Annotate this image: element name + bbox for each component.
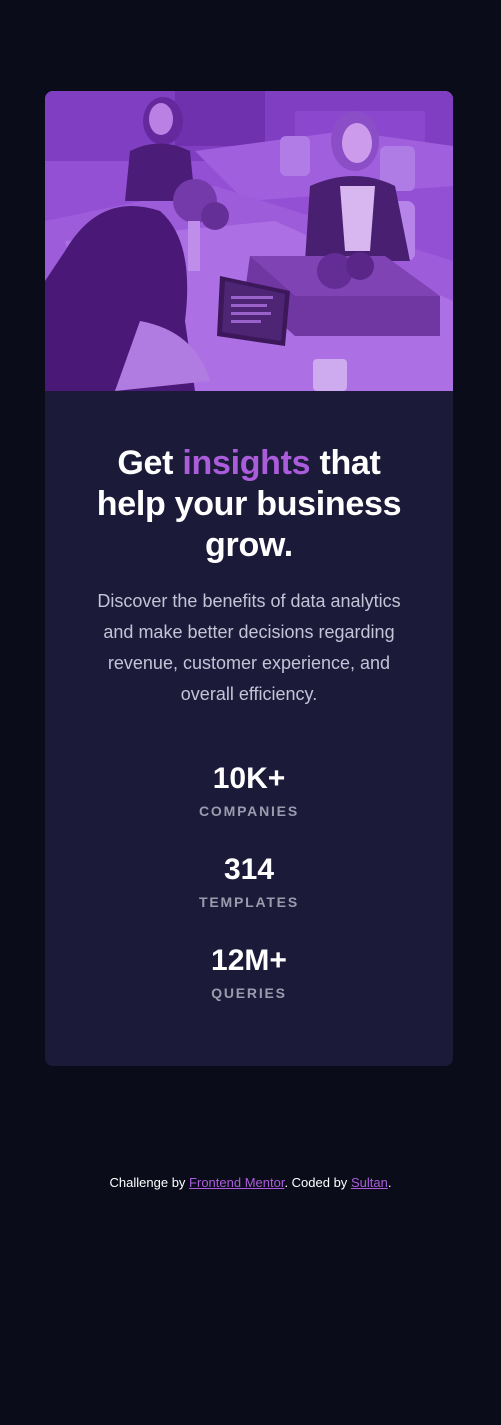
office-photo-illustration: [45, 91, 453, 391]
author-link[interactable]: Sultan: [351, 1175, 388, 1190]
card-description: Discover the benefits of data analytics …: [97, 591, 401, 704]
stat-label: COMPANIES: [199, 803, 299, 819]
attribution-suffix: .: [387, 1175, 392, 1190]
attribution: Challenge by Frontend Mentor. Coded by S…: [0, 1175, 501, 1190]
stat-value: 12M+: [211, 944, 287, 977]
attribution-prefix: Challenge by: [109, 1175, 190, 1190]
stat-companies: 10K+ COMPANIES: [83, 762, 415, 819]
stats-list: 10K+ COMPANIES 314 TEMPLATES 12M+ QUERIE…: [83, 762, 415, 1001]
stat-templates: 314 TEMPLATES: [83, 853, 415, 910]
stats-preview-card: Get insights that help your business gro…: [45, 91, 453, 1066]
frontend-mentor-link[interactable]: Frontend Mentor: [189, 1175, 284, 1190]
stat-value: 314: [223, 853, 275, 886]
stat-queries: 12M+ QUERIES: [83, 944, 415, 1001]
attribution-middle: . Coded by: [284, 1175, 351, 1190]
hero-image: [45, 91, 453, 391]
stat-label: TEMPLATES: [199, 894, 299, 910]
title-accent-word: insights: [182, 444, 311, 482]
stat-value: 10K+: [212, 762, 286, 795]
title-text-start: Get: [117, 444, 183, 482]
card-content: Get insights that help your business gro…: [45, 391, 453, 1001]
card-title: Get insights that help your business gro…: [83, 443, 415, 566]
stat-label: QUERIES: [211, 985, 287, 1001]
